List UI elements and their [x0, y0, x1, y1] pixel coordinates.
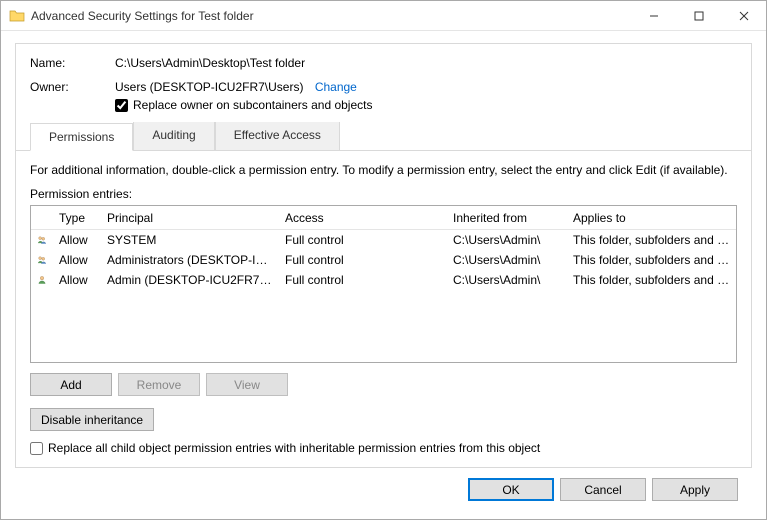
- replace-child-row: Replace all child object permission entr…: [30, 441, 737, 455]
- ok-button[interactable]: OK: [468, 478, 554, 501]
- table-row[interactable]: AllowAdmin (DESKTOP-ICU2FR7\A...Full con…: [31, 270, 736, 290]
- grid-body: AllowSYSTEMFull controlC:\Users\Admin\Th…: [31, 230, 736, 290]
- cell-access: Full control: [279, 251, 447, 269]
- col-inherited-header[interactable]: Inherited from: [447, 207, 567, 229]
- maximize-button[interactable]: [676, 1, 721, 30]
- principal-icon: [31, 250, 53, 270]
- replace-owner-checkbox[interactable]: [115, 99, 128, 112]
- entry-buttons-row: Add Remove View: [30, 373, 737, 396]
- change-owner-link[interactable]: Change: [315, 80, 357, 94]
- cell-type: Allow: [53, 271, 101, 289]
- replace-owner-row: Replace owner on subcontainers and objec…: [115, 98, 737, 112]
- description-text: For additional information, double-click…: [30, 163, 737, 177]
- replace-child-checkbox[interactable]: [30, 442, 43, 455]
- close-button[interactable]: [721, 1, 766, 30]
- replace-owner-label: Replace owner on subcontainers and objec…: [133, 98, 372, 112]
- cell-access: Full control: [279, 271, 447, 289]
- cell-principal: Admin (DESKTOP-ICU2FR7\A...: [101, 271, 279, 289]
- cell-inherited: C:\Users\Admin\: [447, 231, 567, 249]
- content-area: Name: C:\Users\Admin\Desktop\Test folder…: [1, 31, 766, 511]
- col-type-header[interactable]: Type: [53, 207, 101, 229]
- col-applies-header[interactable]: Applies to: [567, 207, 736, 229]
- permission-entries-grid[interactable]: Type Principal Access Inherited from App…: [30, 205, 737, 363]
- table-row[interactable]: AllowAdministrators (DESKTOP-ICU...Full …: [31, 250, 736, 270]
- owner-row: Owner: Users (DESKTOP-ICU2FR7\Users) Cha…: [30, 80, 737, 112]
- disable-inheritance-row: Disable inheritance: [30, 408, 737, 431]
- content-panel: Name: C:\Users\Admin\Desktop\Test folder…: [15, 43, 752, 468]
- col-principal-header[interactable]: Principal: [101, 207, 279, 229]
- view-button[interactable]: View: [206, 373, 288, 396]
- folder-icon: [9, 8, 25, 24]
- col-access-header[interactable]: Access: [279, 207, 447, 229]
- owner-value-line: Users (DESKTOP-ICU2FR7\Users) Change Rep…: [115, 80, 737, 112]
- remove-button[interactable]: Remove: [118, 373, 200, 396]
- cell-type: Allow: [53, 251, 101, 269]
- minimize-button[interactable]: [631, 1, 676, 30]
- tabs: Permissions Auditing Effective Access: [16, 122, 751, 151]
- cell-access: Full control: [279, 231, 447, 249]
- name-row: Name: C:\Users\Admin\Desktop\Test folder: [30, 56, 737, 70]
- replace-child-label: Replace all child object permission entr…: [48, 441, 540, 455]
- col-icon-header: [31, 214, 53, 222]
- cell-applies: This folder, subfolders and files: [567, 271, 736, 289]
- cancel-button[interactable]: Cancel: [560, 478, 646, 501]
- principal-icon: [31, 270, 53, 290]
- grid-header-row: Type Principal Access Inherited from App…: [31, 206, 736, 230]
- owner-label: Owner:: [30, 80, 115, 112]
- window-title: Advanced Security Settings for Test fold…: [31, 9, 631, 23]
- tab-permissions[interactable]: Permissions: [30, 123, 133, 151]
- apply-button[interactable]: Apply: [652, 478, 738, 501]
- name-label: Name:: [30, 56, 115, 70]
- footer-buttons: OK Cancel Apply: [15, 468, 752, 501]
- permission-entries-label: Permission entries:: [30, 187, 737, 201]
- name-value: C:\Users\Admin\Desktop\Test folder: [115, 56, 737, 70]
- disable-inheritance-button[interactable]: Disable inheritance: [30, 408, 154, 431]
- cell-inherited: C:\Users\Admin\: [447, 251, 567, 269]
- cell-inherited: C:\Users\Admin\: [447, 271, 567, 289]
- table-row[interactable]: AllowSYSTEMFull controlC:\Users\Admin\Th…: [31, 230, 736, 250]
- add-button[interactable]: Add: [30, 373, 112, 396]
- window-controls: [631, 1, 766, 30]
- cell-applies: This folder, subfolders and files: [567, 251, 736, 269]
- cell-principal: SYSTEM: [101, 231, 279, 249]
- owner-value: Users (DESKTOP-ICU2FR7\Users): [115, 80, 303, 94]
- cell-principal: Administrators (DESKTOP-ICU...: [101, 251, 279, 269]
- tab-auditing[interactable]: Auditing: [133, 122, 214, 150]
- cell-applies: This folder, subfolders and files: [567, 231, 736, 249]
- cell-type: Allow: [53, 231, 101, 249]
- principal-icon: [31, 230, 53, 250]
- titlebar: Advanced Security Settings for Test fold…: [1, 1, 766, 31]
- tab-effective-access[interactable]: Effective Access: [215, 122, 340, 150]
